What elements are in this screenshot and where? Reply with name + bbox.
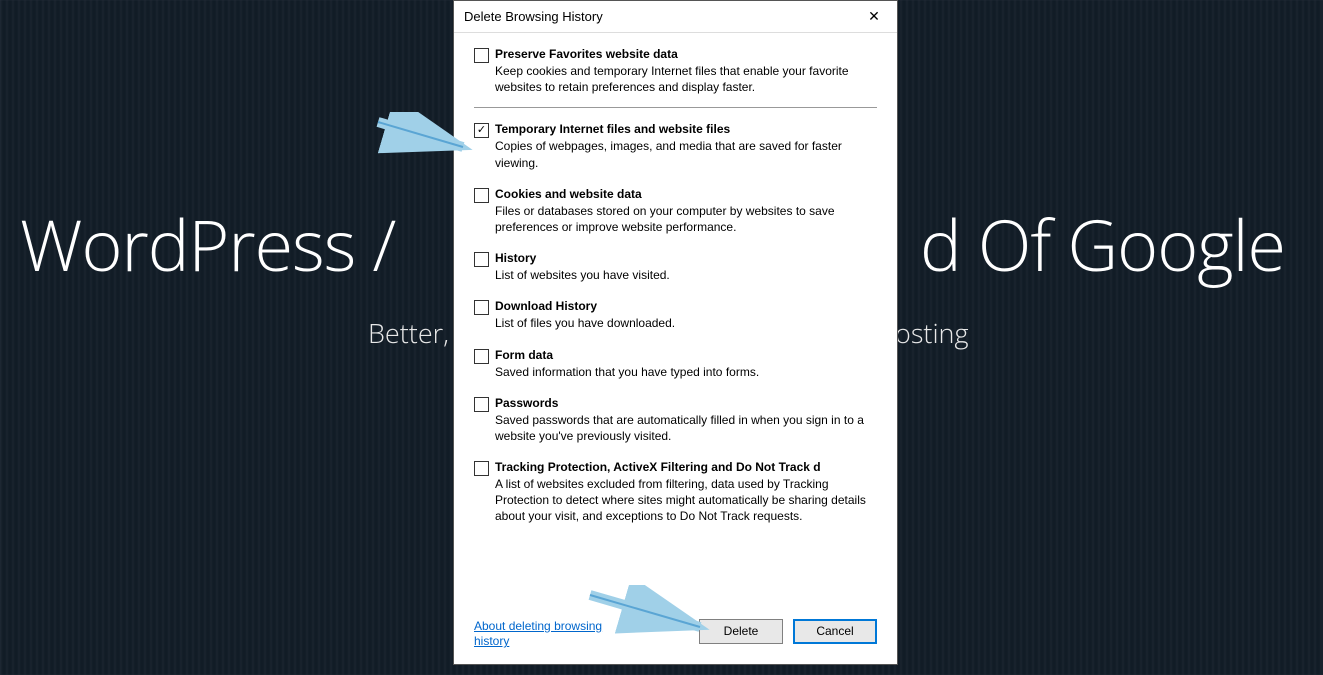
background-title-right: d Of Google [920,196,1285,292]
option-desc: Saved passwords that are automatically f… [495,412,877,444]
option-history: History List of websites you have visite… [474,251,877,283]
option-temp-internet-files: ✓ Temporary Internet files and website f… [474,122,877,170]
background-sub-right: osting [895,314,969,351]
checkbox-preserve-favorites[interactable] [474,48,489,63]
option-title: Form data [495,348,877,362]
option-cookies: Cookies and website data Files or databa… [474,187,877,235]
option-desc: List of files you have downloaded. [495,315,877,331]
delete-button[interactable]: Delete [699,619,783,644]
option-text: Passwords Saved passwords that are autom… [495,396,877,444]
option-desc: Copies of webpages, images, and media th… [495,138,877,170]
option-title: Tracking Protection, ActiveX Filtering a… [495,460,877,474]
option-tracking-protection: Tracking Protection, ActiveX Filtering a… [474,460,877,525]
check-icon: ✓ [477,125,486,136]
option-text: Preserve Favorites website data Keep coo… [495,47,877,95]
option-title: Preserve Favorites website data [495,47,877,61]
option-preserve-favorites: Preserve Favorites website data Keep coo… [474,47,877,108]
option-download-history: Download History List of files you have … [474,299,877,331]
cancel-button[interactable]: Cancel [793,619,877,644]
option-text: Cookies and website data Files or databa… [495,187,877,235]
checkbox-temp-internet-files[interactable]: ✓ [474,123,489,138]
checkbox-passwords[interactable] [474,397,489,412]
option-title: History [495,251,877,265]
option-text: Form data Saved information that you hav… [495,348,877,380]
option-title: Cookies and website data [495,187,877,201]
dialog-titlebar[interactable]: Delete Browsing History ✕ [454,1,897,33]
checkbox-cookies[interactable] [474,188,489,203]
close-icon: ✕ [868,8,880,25]
background-sub-left: Better, [368,314,449,351]
option-title: Download History [495,299,877,313]
dialog-footer: About deleting browsing history Delete C… [454,611,897,664]
option-form-data: Form data Saved information that you hav… [474,348,877,380]
dialog-title: Delete Browsing History [464,9,603,24]
delete-browsing-history-dialog: Delete Browsing History ✕ Preserve Favor… [453,0,898,665]
option-desc: A list of websites excluded from filteri… [495,476,877,525]
checkbox-form-data[interactable] [474,349,489,364]
option-desc: Keep cookies and temporary Internet file… [495,63,877,95]
option-passwords: Passwords Saved passwords that are autom… [474,396,877,444]
about-deleting-link[interactable]: About deleting browsing history [474,619,624,650]
option-text: Temporary Internet files and website fil… [495,122,877,170]
close-button[interactable]: ✕ [851,1,897,32]
footer-buttons: Delete Cancel [699,619,877,644]
checkbox-download-history[interactable] [474,300,489,315]
option-text: Download History List of files you have … [495,299,877,331]
option-desc: List of websites you have visited. [495,267,877,283]
option-title: Temporary Internet files and website fil… [495,122,877,136]
option-desc: Files or databases stored on your comput… [495,203,877,235]
checkbox-tracking-protection[interactable] [474,461,489,476]
option-desc: Saved information that you have typed in… [495,364,877,380]
checkbox-history[interactable] [474,252,489,267]
option-title: Passwords [495,396,877,410]
option-text: Tracking Protection, ActiveX Filtering a… [495,460,877,525]
dialog-body: Preserve Favorites website data Keep coo… [454,33,897,611]
option-text: History List of websites you have visite… [495,251,877,283]
background-title-left: WordPress / [20,196,395,292]
